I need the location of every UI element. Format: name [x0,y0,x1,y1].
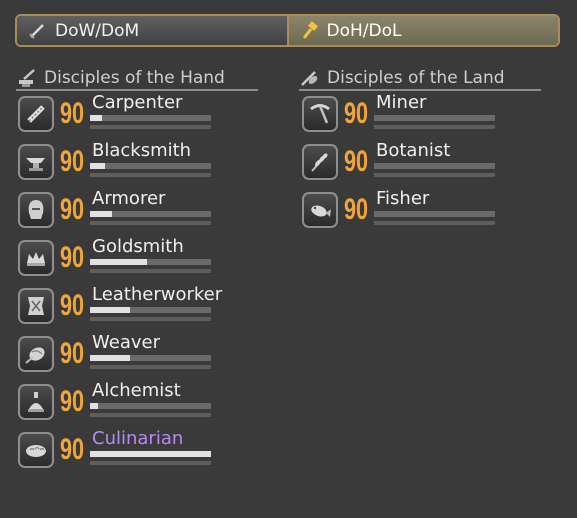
exp-bar [374,211,495,217]
job-name: Goldsmith [92,236,184,257]
exp-bar-fill [90,355,130,361]
job-level: 90 [60,337,85,370]
job-level: 90 [60,289,85,322]
exp-bar-fill [90,211,112,217]
exp-bar-secondary [90,317,211,321]
job-weaver[interactable]: 90 Weaver [18,332,218,380]
exp-bar-secondary [90,221,211,225]
section-title: Disciples of the Land [327,68,505,88]
job-level: 90 [60,97,85,130]
exp-bar-secondary [90,125,211,129]
job-level: 90 [60,385,85,418]
exp-bar-fill [90,307,130,313]
helmet-icon [18,192,54,228]
exp-bar-secondary [90,269,211,273]
saw-icon [18,96,54,132]
job-name: Leatherworker [92,284,223,305]
exp-bar-secondary [374,173,495,177]
flask-icon [18,384,54,420]
job-name: Miner [376,92,427,113]
hand-section-header: Disciples of the Hand [16,67,258,91]
anvil-icon [18,144,54,180]
exp-bar-secondary [90,461,211,465]
wheat-icon [302,144,338,180]
exp-bar [90,307,211,313]
exp-bar-fill [90,259,147,265]
section-title: Disciples of the Hand [44,68,225,88]
job-name: Blacksmith [92,140,192,161]
crown-icon [18,240,54,276]
job-level: 90 [60,241,85,274]
exp-bar-secondary [90,365,211,369]
pickaxe-icon [302,96,338,132]
land-section-header: Disciples of the Land [299,67,541,91]
job-name: Carpenter [92,92,183,113]
exp-bar-secondary [374,125,495,129]
exp-bar-secondary [90,173,211,177]
sword-icon [27,21,47,41]
bread-icon [18,432,54,468]
job-armorer[interactable]: 90 Armorer [18,188,218,236]
hammer-icon [299,20,319,41]
exp-bar [90,211,211,217]
exp-bar-secondary [374,221,495,225]
exp-bar-fill [90,115,103,121]
job-level: 90 [344,145,369,178]
tab-doh-dol[interactable]: DoH/DoL [286,16,558,45]
job-name: Botanist [376,140,451,161]
tab-label: DoH/DoL [326,20,402,41]
exp-bar [90,403,211,409]
job-botanist[interactable]: 90 Botanist [302,140,502,188]
job-carpenter[interactable]: 90 Carpenter [18,92,218,140]
job-name: Culinarian [92,428,184,449]
exp-bar [90,259,211,265]
job-goldsmith[interactable]: 90 Goldsmith [18,236,218,284]
job-level: 90 [344,97,369,130]
job-name: Weaver [92,332,160,353]
tab-label: DoW/DoM [55,20,140,41]
job-alchemist[interactable]: 90 Alchemist [18,380,218,428]
job-blacksmith[interactable]: 90 Blacksmith [18,140,218,188]
job-name: Alchemist [92,380,181,401]
leather-icon [18,288,54,324]
tab-dow-dom[interactable]: DoW/DoM [17,16,287,45]
exp-bar-secondary [90,413,211,417]
job-level: 90 [60,193,85,226]
fish-tool-icon [299,68,321,88]
job-fisher[interactable]: 90 Fisher [302,188,502,236]
exp-bar-fill [90,403,99,409]
exp-bar [374,115,495,121]
job-level: 90 [60,145,85,178]
yarn-icon [18,336,54,372]
job-culinarian[interactable]: 90 Culinarian [18,428,218,476]
exp-bar [90,355,211,361]
job-level: 90 [60,433,85,466]
exp-bar [90,451,211,457]
anvil-hammer-icon [16,68,38,88]
exp-bar-fill [90,163,105,169]
job-category-tabs: DoW/DoM DoH/DoL [15,14,560,47]
job-name: Fisher [376,188,430,209]
exp-bar [90,163,211,169]
exp-bar-fill [90,451,211,457]
job-level: 90 [344,193,369,226]
job-name: Armorer [92,188,166,209]
exp-bar [90,115,211,121]
exp-bar [374,163,495,169]
job-leatherworker[interactable]: 90 Leatherworker [18,284,222,332]
fish-icon [302,192,338,228]
job-miner[interactable]: 90 Miner [302,92,502,140]
